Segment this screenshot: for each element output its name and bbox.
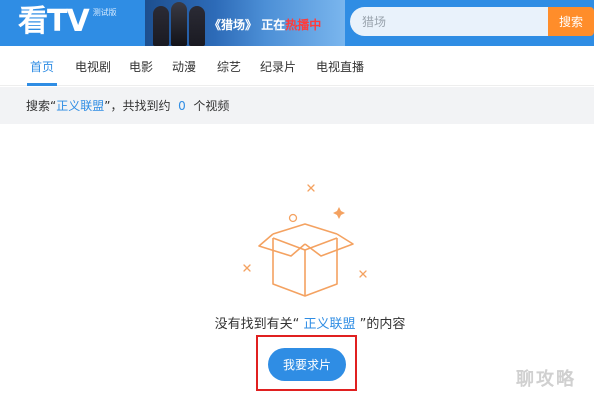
nav-item-live-tv[interactable]: 电视直播 xyxy=(316,58,364,75)
empty-suffix: ”的内容 xyxy=(359,317,406,332)
nav-item-home[interactable]: 首页 xyxy=(30,58,54,75)
site-logo[interactable]: 看TV 测试版 xyxy=(18,4,117,40)
promo-banner[interactable]: 《猎场》 正在热播中 xyxy=(145,0,345,46)
banner-status-hot: 热播中 xyxy=(285,18,322,32)
request-video-button[interactable]: 我要求片 xyxy=(268,348,346,381)
empty-keyword: 正义联盟 xyxy=(303,317,356,332)
nav-item-movies[interactable]: 电影 xyxy=(129,58,153,75)
cast-figure xyxy=(171,2,187,46)
search-result-summary: 搜索“正义联盟”，共找到约 0 个视频 xyxy=(26,97,229,114)
nav-item-tv-series[interactable]: 电视剧 xyxy=(75,58,111,75)
search-result-bar: 搜索“正义联盟”，共找到约 0 个视频 xyxy=(0,87,594,124)
nav-item-anime[interactable]: 动漫 xyxy=(172,58,196,75)
banner-title: 《猎场》 xyxy=(209,18,258,32)
logo-text: 看TV xyxy=(18,4,90,39)
search-input[interactable] xyxy=(362,14,542,29)
result-prefix: 搜索“ xyxy=(26,99,57,113)
banner-status-prefix: 正在 xyxy=(261,18,286,32)
banner-cast-image xyxy=(153,0,208,46)
result-keyword: 正义联盟 xyxy=(56,99,105,113)
search-button[interactable]: 搜索 xyxy=(548,7,594,36)
empty-prefix: 没有找到有关“ xyxy=(214,317,300,332)
empty-box-icon xyxy=(243,184,367,297)
banner-text: 《猎场》 正在热播中 xyxy=(209,16,321,33)
result-suffix: 个视频 xyxy=(193,99,230,113)
beta-badge: 测试版 xyxy=(92,8,117,17)
watermark: 聊攻略 xyxy=(516,369,576,390)
search-box xyxy=(350,7,548,36)
result-count: 0 xyxy=(178,99,186,113)
cast-figure xyxy=(153,6,169,46)
nav-item-documentary[interactable]: 纪录片 xyxy=(260,58,296,75)
top-header: 看TV 测试版 《猎场》 正在热播中 搜索 xyxy=(0,0,594,46)
result-middle: ”，共找到约 xyxy=(104,99,171,113)
active-tab-indicator xyxy=(27,83,57,86)
cast-figure xyxy=(189,6,205,46)
empty-message: 没有找到有关“ 正义联盟 ”的内容 xyxy=(0,313,594,332)
category-nav: 首页 电视剧 电影 动漫 综艺 纪录片 电视直播 xyxy=(0,46,594,86)
nav-item-variety[interactable]: 综艺 xyxy=(217,58,241,75)
